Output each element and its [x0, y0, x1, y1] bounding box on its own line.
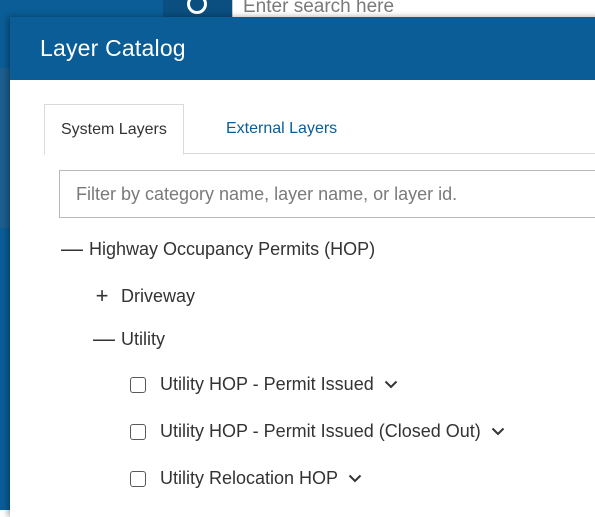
checkbox-icon[interactable] — [130, 470, 146, 487]
minus-icon[interactable]: — — [61, 236, 83, 262]
chevron-down-icon[interactable] — [491, 427, 505, 436]
background-side-panel — [0, 68, 10, 228]
layer-label[interactable]: Utility Relocation HOP — [160, 468, 338, 489]
utility-label[interactable]: Utility — [121, 329, 165, 350]
tab-system-layers[interactable]: System Layers — [44, 104, 184, 155]
layer-item: Utility Relocation HOP — [130, 468, 362, 489]
tree-node-category: — Highway Occupancy Permits (HOP) — [61, 236, 375, 262]
tab-bar: System Layers External Layers — [44, 104, 595, 155]
dialog-title: Layer Catalog — [40, 35, 186, 61]
tree-node-utility: — Utility — [93, 326, 165, 352]
chevron-down-icon[interactable] — [348, 474, 362, 483]
chevron-down-icon[interactable] — [384, 380, 398, 389]
layer-catalog-dialog: Layer Catalog System Layers External Lay… — [10, 17, 595, 517]
search-icon — [187, 0, 207, 14]
layer-label[interactable]: Utility HOP - Permit Issued — [160, 374, 374, 395]
plus-icon[interactable]: + — [93, 283, 111, 309]
category-label[interactable]: Highway Occupancy Permits (HOP) — [89, 239, 375, 260]
driveway-label[interactable]: Driveway — [121, 286, 195, 307]
checkbox-icon[interactable] — [130, 423, 146, 440]
dialog-header: Layer Catalog — [10, 17, 595, 80]
filter-input[interactable] — [59, 170, 595, 218]
layer-item: Utility HOP - Permit Issued — [130, 374, 398, 395]
checkbox-icon[interactable] — [130, 376, 146, 393]
tree-node-driveway: + Driveway — [93, 283, 195, 309]
layer-label[interactable]: Utility HOP - Permit Issued (Closed Out) — [160, 421, 481, 442]
minus-icon[interactable]: — — [93, 326, 115, 352]
layer-item: Utility HOP - Permit Issued (Closed Out) — [130, 421, 505, 442]
tab-external-layers[interactable]: External Layers — [210, 104, 353, 153]
